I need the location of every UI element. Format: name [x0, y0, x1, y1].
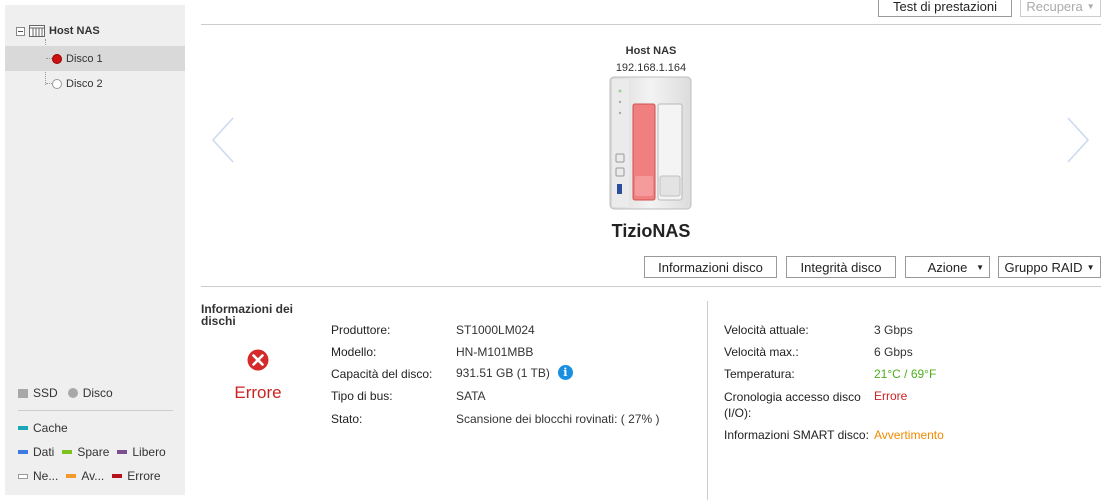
nas-device-image	[609, 76, 692, 210]
disk-info-button[interactable]: Informazioni disco	[644, 256, 777, 278]
disk-integrity-button[interactable]: Integrità disco	[786, 256, 896, 278]
libero-color-icon	[117, 450, 128, 454]
sidebar-item-label: Disco 2	[66, 77, 103, 90]
disk-circle-icon	[67, 388, 78, 398]
legend-dati-label: Dati	[33, 445, 55, 459]
manufacturer-label: Produttore:	[331, 323, 391, 337]
ne-color-icon	[18, 473, 28, 479]
sidebar-item-label: Disco 1	[66, 52, 103, 65]
performance-test-button[interactable]: Test di prestazioni	[878, 0, 1012, 17]
legend-divider	[18, 410, 173, 411]
sidebar-item-disco-2[interactable]: Disco 2	[5, 71, 185, 96]
sidebar-item-disco-1[interactable]: Disco 1	[5, 46, 185, 71]
disk-status-text: Errore	[234, 383, 282, 402]
legend-type: SSD Disco	[18, 386, 113, 400]
azione-dropdown[interactable]: Azione ▼	[905, 256, 990, 278]
nas-ip-address: 192.168.1.164	[615, 62, 687, 74]
error-icon	[247, 349, 269, 371]
legend-disk-label: Disco	[82, 386, 113, 400]
legend-cache-label: Cache	[33, 421, 68, 435]
smart-info-label: Informazioni SMART disco:	[724, 428, 869, 442]
info-icon[interactable]: i	[557, 365, 573, 380]
tree-root-host-nas[interactable]: Host NAS	[16, 24, 100, 38]
raid-group-label: Gruppo RAID	[1004, 259, 1083, 275]
tree-root-label: Host NAS	[49, 25, 100, 37]
legend-row-cache: Cache	[18, 421, 76, 435]
cache-color-icon	[18, 426, 28, 430]
previous-arrow-icon[interactable]	[208, 115, 238, 165]
capacity-row: 931.51 GB (1 TB) i	[456, 365, 573, 380]
bus-type-label: Tipo di bus:	[331, 389, 393, 403]
io-history-label: Cronologia accesso disco (I/O):	[724, 390, 861, 420]
disk-tree-sidebar: Host NAS Disco 1 Disco 2 SSD Disco Cache…	[5, 5, 185, 495]
azione-label: Azione	[927, 259, 968, 275]
max-speed-label: Velocità max.:	[724, 345, 799, 359]
bus-type-value: SATA	[456, 389, 486, 403]
legend-av-label: Av...	[81, 469, 105, 483]
legend-row-usage: Dati Spare Libero	[18, 445, 166, 459]
temperature-value: 21°C / 69°F	[874, 367, 937, 381]
nas-icon	[29, 25, 45, 37]
column-divider	[707, 301, 708, 500]
ssd-square-icon	[18, 388, 28, 398]
current-speed-label: Velocità attuale:	[724, 323, 809, 337]
recupera-label: Recupera	[1026, 0, 1083, 14]
legend-ne-label: Ne...	[33, 469, 59, 483]
legend-errore-label: Errore	[127, 469, 161, 483]
spare-color-icon	[62, 450, 73, 454]
status-value: Scansione dei blocchi rovinati: ( 27% )	[456, 412, 660, 426]
legend-row-status: Ne... Av... Errore	[18, 469, 161, 483]
chevron-down-icon: ▼	[1086, 262, 1095, 272]
smart-info-value[interactable]: Avvertimento	[874, 428, 944, 442]
disk-empty-icon	[52, 78, 62, 89]
raid-group-dropdown[interactable]: Gruppo RAID ▼	[998, 256, 1101, 278]
io-history-value[interactable]: Errore	[874, 389, 907, 403]
toolbar-divider	[201, 24, 1101, 25]
nas-title: Host NAS	[625, 45, 677, 57]
section-divider	[201, 286, 1101, 287]
chevron-down-icon: ▼	[1086, 1, 1095, 11]
chevron-down-icon: ▼	[976, 262, 984, 272]
capacity-label: Capacità del disco:	[331, 367, 433, 381]
recupera-dropdown[interactable]: Recupera ▼	[1020, 0, 1101, 17]
nas-name: TizioNAS	[611, 221, 691, 241]
errore-color-icon	[112, 474, 123, 478]
legend-ssd-label: SSD	[33, 386, 58, 400]
legend-spare-label: Spare	[77, 445, 110, 459]
manufacturer-value: ST1000LM024	[456, 323, 535, 337]
av-color-icon	[66, 474, 77, 478]
capacity-value: 931.51 GB (1 TB)	[456, 365, 550, 380]
model-value: HN-M101MBB	[456, 345, 534, 359]
collapse-toggle-icon[interactable]	[16, 26, 25, 36]
disk-error-icon	[52, 53, 62, 64]
info-section-title: Informazioni dei dischi	[201, 302, 294, 328]
max-speed-value: 6 Gbps	[874, 345, 913, 359]
legend-libero-label: Libero	[132, 445, 166, 459]
next-arrow-icon[interactable]	[1063, 115, 1093, 165]
status-label: Stato:	[331, 412, 363, 426]
model-label: Modello:	[331, 345, 377, 359]
dati-color-icon	[18, 450, 28, 454]
temperature-label: Temperatura:	[724, 367, 795, 381]
current-speed-value: 3 Gbps	[874, 323, 913, 337]
